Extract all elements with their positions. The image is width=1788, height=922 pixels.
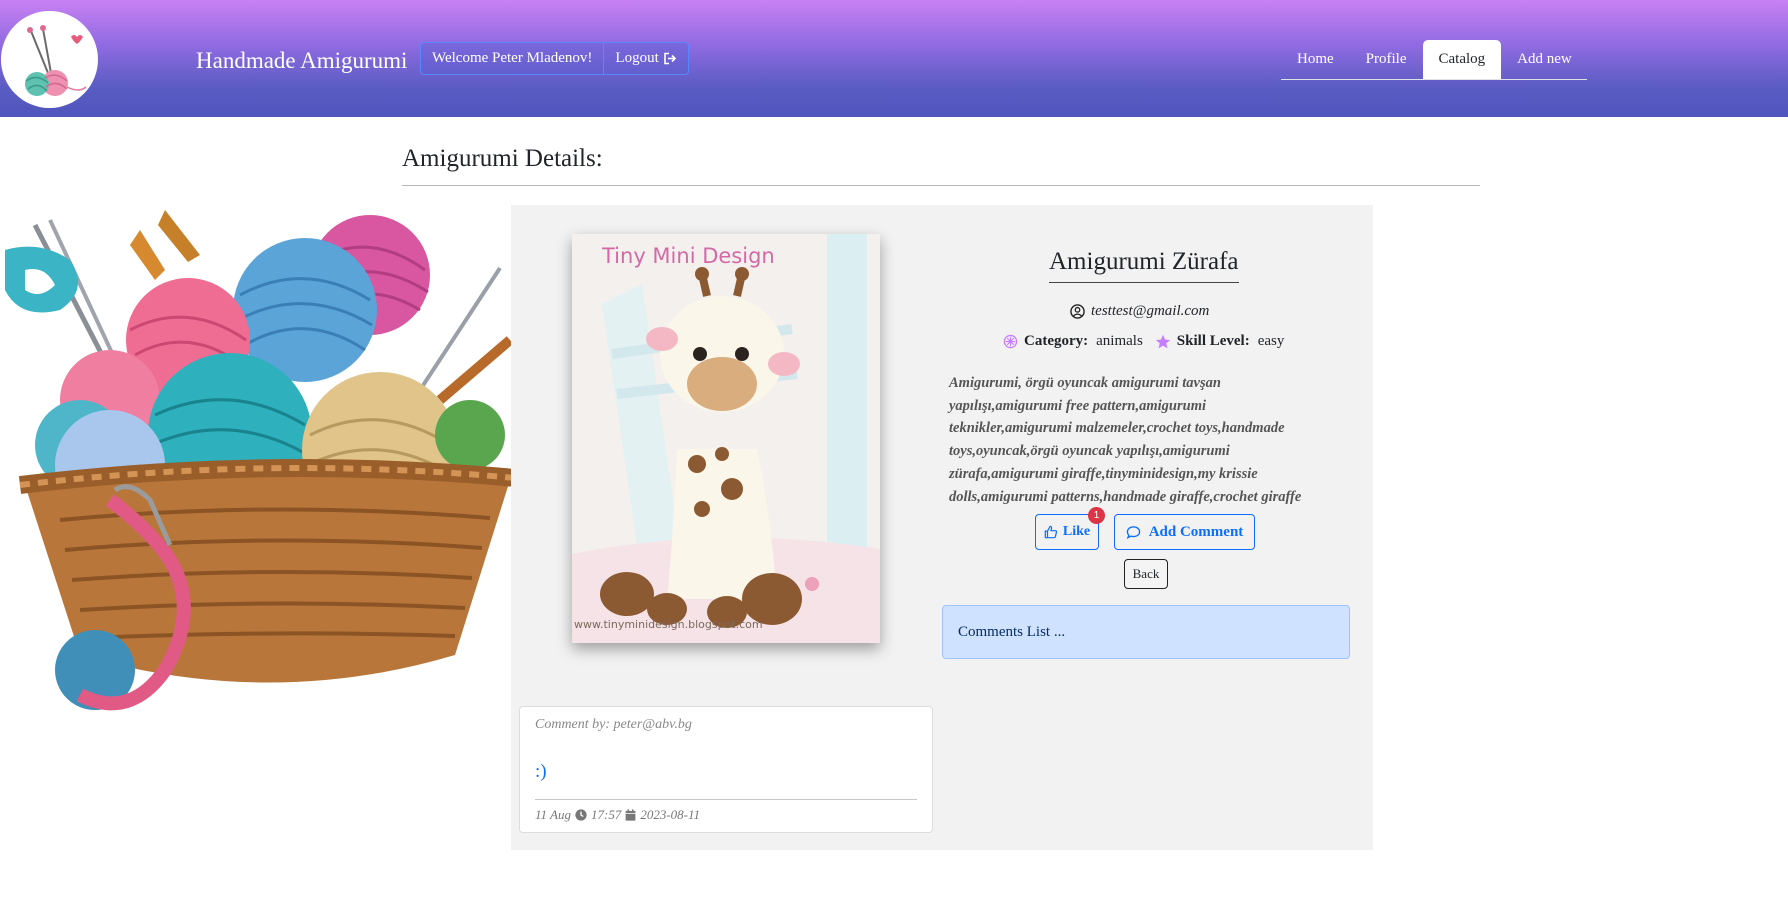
tab-add-new[interactable]: Add new (1501, 40, 1588, 79)
calendar-icon (625, 809, 636, 821)
back-button[interactable]: Back (1124, 559, 1168, 589)
comment-date: 2023-08-11 (640, 807, 701, 822)
skill-label: Skill Level: (1176, 333, 1250, 349)
item-title: Amigurumi Zürafa (1049, 248, 1239, 283)
category-value: animals (1096, 333, 1143, 349)
user-circle-icon (1070, 304, 1085, 319)
comments-list-alert: Comments List ... (942, 605, 1350, 659)
page-title: Amigurumi Details: (402, 145, 603, 172)
welcome-button[interactable]: Welcome Peter Mladenov! (421, 43, 605, 74)
main-nav-tabs: Home Profile Catalog Add new (1281, 40, 1587, 80)
comment-author: Comment by: peter@abv.bg (535, 717, 692, 732)
photo-watermark: Tiny Mini Design (602, 244, 775, 268)
amigurumi-photo: Tiny Mini Design www.tinyminidesign.blog… (572, 234, 880, 643)
clock-icon (575, 809, 587, 821)
tab-catalog[interactable]: Catalog (1422, 40, 1502, 79)
comment-divider (535, 799, 917, 800)
add-comment-button[interactable]: Add Comment (1114, 514, 1255, 550)
comment-time: 17:57 (591, 807, 622, 822)
like-label: Like (1062, 524, 1091, 539)
logout-label: Logout (615, 50, 659, 66)
add-comment-label: Add Comment (1148, 523, 1244, 540)
comment-card: Comment by: peter@abv.bg :) 11 Aug 17:57… (519, 706, 933, 833)
category-label: Category: (1024, 333, 1089, 349)
owner-line: testtest@gmail.com (1070, 303, 1209, 320)
tab-home[interactable]: Home (1281, 40, 1350, 79)
photo-url-watermark: www.tinyminidesign.blogspot.com (574, 618, 763, 631)
yarn-logo-icon[interactable] (1, 11, 98, 108)
like-count-badge: 1 (1088, 507, 1105, 524)
comment-bubble-icon (1126, 525, 1141, 540)
logout-button[interactable]: Logout (604, 43, 687, 74)
category-icon (1003, 334, 1018, 349)
skill-value: easy (1257, 333, 1285, 349)
top-navbar: Handmade Amigurumi Welcome Peter Mladeno… (0, 0, 1788, 117)
yarn-basket-illustration (0, 200, 540, 730)
user-box: Welcome Peter Mladenov! Logout (420, 42, 689, 75)
item-description: Amigurumi, örgü oyuncak amigurumi tavşan… (949, 375, 1302, 505)
owner-email: testtest@gmail.com (1091, 303, 1210, 319)
title-divider (402, 185, 1480, 186)
comment-day: 11 Aug (535, 807, 571, 822)
star-icon (1155, 334, 1171, 350)
brand-title[interactable]: Handmade Amigurumi (196, 48, 407, 74)
sign-out-icon (663, 52, 677, 65)
comment-footer: 11 Aug 17:57 2023-08-11 (535, 807, 700, 823)
tab-profile[interactable]: Profile (1350, 40, 1423, 79)
comment-text: :) (535, 761, 547, 782)
item-meta: Category: animals Skill Level: easy (1003, 333, 1284, 350)
thumbs-up-icon (1044, 525, 1058, 539)
